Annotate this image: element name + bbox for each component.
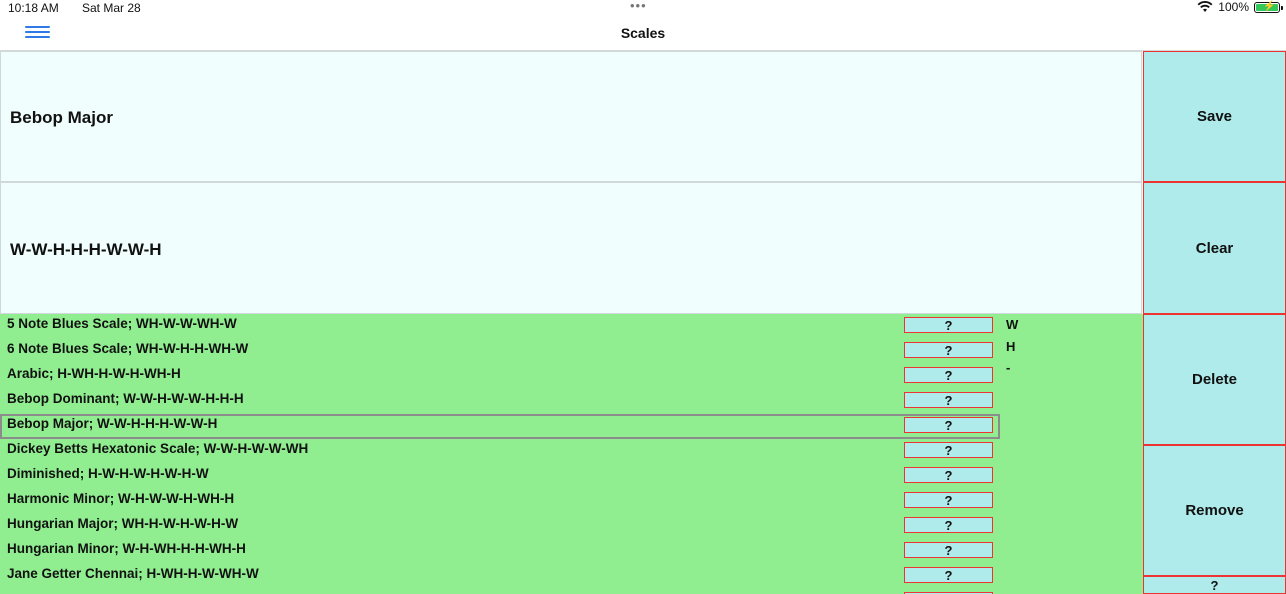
legend-separator[interactable]: - — [1006, 360, 1010, 375]
list-item-help-button[interactable]: ? — [904, 567, 993, 583]
list-item-help-button[interactable]: ? — [904, 442, 993, 458]
list-item-label: Arabic; H-WH-H-W-H-WH-H — [7, 366, 181, 381]
list-item-label: Bebop Dominant; W-W-H-W-W-H-H-H — [7, 391, 244, 406]
list-item-label: Hungarian Minor; W-H-WH-H-H-WH-H — [7, 541, 246, 556]
list-item-label: 6 Note Blues Scale; WH-W-H-H-WH-W — [7, 341, 249, 356]
list-item[interactable]: Dickey Betts Hexatonic Scale; W-W-H-W-W-… — [0, 439, 1000, 464]
list-item-label: Dickey Betts Hexatonic Scale; W-W-H-W-W-… — [7, 441, 309, 456]
battery-percent: 100% — [1218, 0, 1249, 14]
scale-name-field[interactable]: Bebop Major — [0, 51, 1142, 182]
list-item-help-button[interactable]: ? — [904, 392, 993, 408]
list-item-label: 5 Note Blues Scale; WH-W-W-WH-W — [7, 316, 237, 331]
scale-name-value: Bebop Major — [10, 108, 113, 127]
scale-pattern-value: W-W-H-H-H-W-W-H — [10, 240, 162, 259]
list-item[interactable]: Harmonic Minor; W-H-W-W-H-WH-H ? — [0, 489, 1000, 514]
list-item-help-button[interactable]: ? — [904, 492, 993, 508]
legend-whole-step[interactable]: W — [1006, 317, 1018, 332]
list-item-label: Bebop Major; W-W-H-H-H-W-W-H — [7, 416, 218, 431]
list-item[interactable]: Diminished; H-W-H-W-H-W-H-W ? — [0, 464, 1000, 489]
wifi-icon — [1197, 1, 1213, 12]
list-item[interactable]: Jane Getter Chennai; H-WH-H-W-WH-W ? — [0, 564, 1000, 589]
list-item-help-button[interactable]: ? — [904, 542, 993, 558]
delete-button[interactable]: Delete — [1143, 314, 1286, 445]
status-right: 100% ⚡ — [1197, 0, 1283, 14]
multitasking-dots-icon: ••• — [630, 0, 647, 13]
list-item-help-button[interactable]: ? — [904, 417, 993, 433]
save-button[interactable]: Save — [1143, 51, 1286, 182]
status-date: Sat Mar 28 — [82, 1, 141, 15]
list-item[interactable]: Hungarian Major; WH-H-W-H-W-H-W ? — [0, 514, 1000, 539]
list-item-label: Jane Getter Chennai; H-WH-H-W-WH-W — [7, 566, 259, 581]
status-bar: 10:18 AM Sat Mar 28 ••• 100% ⚡ — [0, 0, 1286, 16]
page-title: Scales — [620, 25, 666, 41]
battery-charging-icon: ⚡ — [1254, 1, 1283, 13]
list-item[interactable]: 6 Note Blues Scale; WH-W-H-H-WH-W ? — [0, 339, 1000, 364]
legend-half-step[interactable]: H — [1006, 339, 1015, 354]
clear-button[interactable]: Clear — [1143, 182, 1286, 314]
list-item[interactable] — [0, 589, 1000, 594]
list-item-label: Hungarian Major; WH-H-W-H-W-H-W — [7, 516, 239, 531]
remove-button[interactable]: Remove — [1143, 445, 1286, 576]
list-item-label: Harmonic Minor; W-H-W-W-H-WH-H — [7, 491, 235, 506]
list-item-help-button[interactable]: ? — [904, 317, 993, 333]
scale-list: 5 Note Blues Scale; WH-W-W-WH-W ? 6 Note… — [0, 314, 1143, 594]
navigation-bar: Scales — [0, 16, 1286, 51]
list-item[interactable]: Bebop Dominant; W-W-H-W-W-H-H-H ? — [0, 389, 1000, 414]
list-item-label: Diminished; H-W-H-W-H-W-H-W — [7, 466, 209, 481]
list-item[interactable]: 5 Note Blues Scale; WH-W-W-WH-W ? — [0, 314, 1000, 339]
list-item-selected[interactable]: Bebop Major; W-W-H-H-H-W-W-H ? — [0, 414, 1000, 439]
status-time: 10:18 AM — [8, 1, 59, 15]
scale-pattern-field[interactable]: W-W-H-H-H-W-W-H — [0, 182, 1142, 314]
list-item-help-button[interactable]: ? — [904, 342, 993, 358]
help-button[interactable]: ? — [1143, 576, 1286, 594]
list-item[interactable]: Hungarian Minor; W-H-WH-H-H-WH-H ? — [0, 539, 1000, 564]
list-item-help-button[interactable]: ? — [904, 517, 993, 533]
list-item-help-button[interactable]: ? — [904, 367, 993, 383]
list-item[interactable]: Arabic; H-WH-H-W-H-WH-H ? — [0, 364, 1000, 389]
list-item-help-button[interactable]: ? — [904, 467, 993, 483]
